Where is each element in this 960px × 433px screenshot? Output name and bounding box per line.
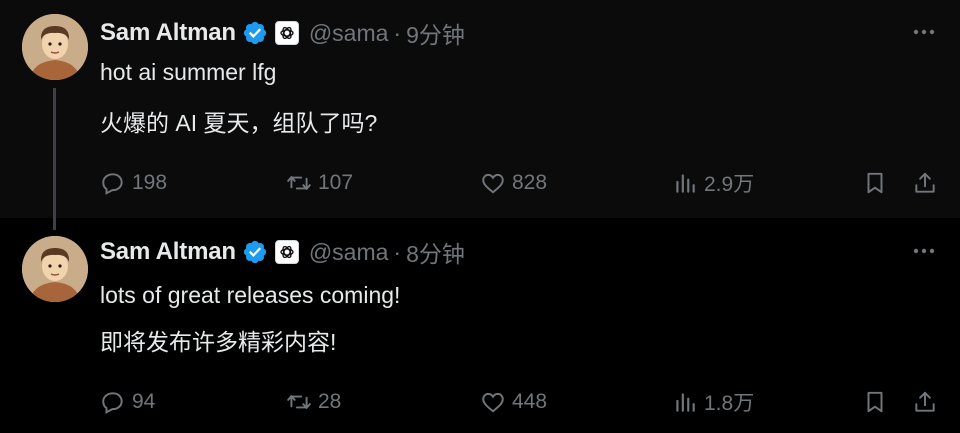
views-button[interactable]: 2.9万 bbox=[672, 167, 754, 199]
bookmark-icon bbox=[867, 391, 883, 413]
views-button[interactable]: 1.8万 bbox=[672, 386, 754, 418]
action-bar: 94 28 448 1.8万 bbox=[100, 386, 940, 418]
views-icon bbox=[676, 174, 695, 193]
openai-logo-icon[interactable] bbox=[274, 240, 299, 264]
author-handle[interactable]: @sama bbox=[309, 20, 389, 47]
tweet-header: Sam Altman @sama · 9分钟 bbox=[100, 17, 465, 49]
verified-badge-icon bbox=[242, 239, 268, 265]
tweet-text-line-2: 火爆的 AI 夏天，组队了吗? bbox=[100, 110, 378, 136]
view-count: 1.8万 bbox=[704, 392, 755, 415]
tweet-text-line-1: lots of great releases coming! bbox=[100, 282, 401, 308]
tweet-text-line-2: 即将发布许多精彩内容! bbox=[100, 329, 337, 355]
avatar[interactable] bbox=[22, 14, 88, 80]
retweet-count: 107 bbox=[318, 171, 354, 194]
reply-icon bbox=[102, 173, 123, 195]
bookmark-icon bbox=[867, 172, 883, 194]
separator: · bbox=[393, 238, 402, 265]
author-name[interactable]: Sam Altman bbox=[100, 19, 236, 47]
reply-count: 198 bbox=[132, 171, 168, 194]
timestamp[interactable]: 9分钟 bbox=[406, 16, 465, 50]
avatar-image bbox=[22, 14, 88, 80]
share-button[interactable] bbox=[912, 386, 944, 418]
author-handle[interactable]: @sama bbox=[309, 239, 389, 266]
avatar[interactable] bbox=[22, 236, 88, 302]
share-button[interactable] bbox=[912, 167, 944, 199]
openai-logo-icon[interactable] bbox=[274, 21, 299, 45]
thread-connector bbox=[53, 88, 56, 230]
verified-badge-icon bbox=[242, 20, 268, 46]
reply-button[interactable]: 198 bbox=[100, 167, 167, 199]
share-icon bbox=[915, 391, 935, 412]
heart-icon bbox=[482, 392, 504, 413]
heart-icon bbox=[482, 173, 504, 194]
timestamp[interactable]: 8分钟 bbox=[406, 235, 465, 269]
action-bar: 198 107 828 2.9万 bbox=[100, 167, 940, 199]
retweet-button[interactable]: 107 bbox=[286, 167, 353, 199]
tweet-1[interactable]: Sam Altman @sama · 9分钟 hot ai summer lfg… bbox=[0, 0, 960, 218]
share-icon bbox=[915, 172, 935, 193]
avatar-image bbox=[22, 236, 88, 302]
tweet-header: Sam Altman @sama · 8分钟 bbox=[100, 236, 465, 268]
like-count: 448 bbox=[512, 390, 548, 413]
bookmark-button[interactable] bbox=[862, 167, 894, 199]
more-icon[interactable] bbox=[912, 239, 936, 263]
view-count: 2.9万 bbox=[704, 173, 755, 196]
like-count: 828 bbox=[512, 171, 548, 194]
reply-button[interactable]: 94 bbox=[100, 386, 155, 418]
retweet-icon bbox=[287, 176, 311, 190]
more-icon[interactable] bbox=[912, 20, 936, 44]
retweet-count: 28 bbox=[318, 390, 342, 413]
author-name[interactable]: Sam Altman bbox=[100, 238, 236, 266]
reply-count: 94 bbox=[132, 390, 156, 413]
bookmark-button[interactable] bbox=[862, 386, 894, 418]
retweet-button[interactable]: 28 bbox=[286, 386, 341, 418]
retweet-icon bbox=[287, 395, 311, 409]
separator: · bbox=[393, 19, 402, 46]
like-button[interactable]: 828 bbox=[480, 167, 547, 199]
views-icon bbox=[676, 393, 695, 412]
tweet-text-line-1: hot ai summer lfg bbox=[100, 59, 277, 85]
reply-icon bbox=[102, 392, 123, 414]
like-button[interactable]: 448 bbox=[480, 386, 547, 418]
